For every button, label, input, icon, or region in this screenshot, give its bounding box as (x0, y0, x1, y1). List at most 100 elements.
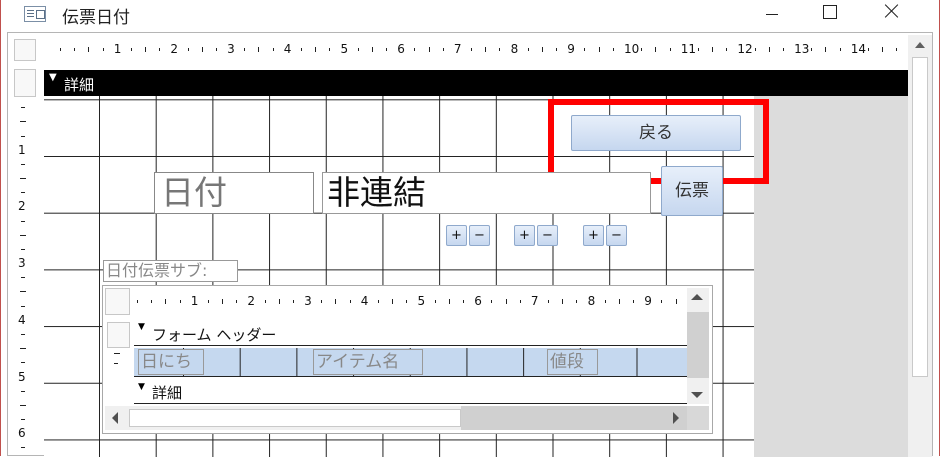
ruler-tick (21, 362, 25, 364)
ruler-number: 6 (18, 426, 26, 441)
ruler-tick (618, 299, 620, 304)
ruler-tick (584, 48, 586, 51)
section-selector[interactable] (14, 69, 36, 97)
ruler-tick (896, 48, 898, 51)
field-label-item-name[interactable]: アイテム名 (313, 349, 423, 375)
ruler-number: 14 (850, 42, 867, 56)
ruler-number: 5 (417, 294, 426, 308)
ruler-tick (258, 47, 260, 52)
ruler-tick (137, 300, 138, 303)
ruler-tick (641, 48, 643, 51)
ruler-tick (20, 121, 26, 123)
form-selector[interactable] (14, 39, 36, 61)
ruler-tick (187, 48, 189, 51)
ruler-tick (576, 300, 578, 303)
vertical-ruler[interactable]: 1 2 3 4 5 6 (8, 97, 38, 457)
detail-section-bar[interactable]: ▼ 詳細 (44, 70, 908, 96)
ruler-number: 7 (453, 42, 462, 56)
subform-section-selector[interactable] (107, 322, 130, 348)
ruler-tick (244, 48, 246, 51)
scroll-thumb[interactable] (129, 409, 461, 427)
plus-button[interactable]: + (446, 225, 467, 246)
ruler-tick (499, 48, 501, 51)
window-title: 伝票日付 (62, 8, 130, 28)
subform-selector[interactable] (105, 288, 130, 315)
scroll-track[interactable] (461, 406, 687, 430)
ruler-tick (159, 48, 161, 51)
denpyo-button[interactable]: 伝票 (661, 166, 723, 216)
subform-control[interactable]: 1 2 3 4 5 6 7 8 9 ▼ フォーム ヘッダー 日にち アイテム名 値段 ▼ 詳細 (102, 285, 713, 434)
ruler-tick (21, 107, 25, 109)
ruler-tick (428, 47, 430, 52)
ruler-number: 4 (18, 312, 26, 327)
ruler-number: 2 (170, 42, 179, 56)
field-label-price[interactable]: 値段 (547, 349, 598, 375)
ruler-tick (882, 47, 884, 52)
ruler-number: 9 (567, 42, 575, 56)
ruler-number: 13 (794, 42, 810, 56)
ruler-tick (377, 300, 379, 303)
subform-header-bar[interactable]: ▼ フォーム ヘッダー (134, 319, 687, 346)
vertical-scrollbar[interactable] (908, 35, 932, 457)
field-label-date[interactable]: 日にち (138, 349, 204, 375)
ruler-tick (491, 300, 493, 303)
ruler-tick (179, 300, 181, 303)
ruler-tick (222, 299, 224, 304)
ruler-tick (300, 48, 302, 51)
scroll-up-icon[interactable] (908, 35, 932, 55)
minus-button[interactable]: − (469, 225, 490, 246)
date-label[interactable]: 日付 (154, 172, 314, 214)
ruler-tick (541, 47, 543, 52)
ruler-tick (335, 299, 337, 304)
ruler-tick (207, 300, 209, 303)
scroll-thumb[interactable] (687, 312, 709, 378)
minus-button[interactable]: − (606, 225, 627, 246)
plus-button[interactable]: + (583, 225, 604, 246)
ruler-number: 3 (227, 42, 235, 56)
ruler-tick (20, 291, 26, 293)
ruler-tick (165, 299, 167, 304)
subform-header-row[interactable]: 日にち アイテム名 値段 (134, 348, 687, 377)
subform-label[interactable]: 日付伝票サブ: (103, 260, 238, 282)
form-background-area (754, 96, 908, 457)
scroll-thumb[interactable] (912, 57, 928, 377)
ruler-tick (661, 300, 663, 303)
ruler-tick (236, 300, 238, 303)
scroll-up-icon[interactable] (691, 294, 703, 300)
ruler-tick (669, 48, 671, 51)
horizontal-ruler[interactable]: 123456789101112131415 (42, 37, 923, 63)
minimize-button[interactable] (750, 0, 794, 28)
ruler-tick (392, 299, 394, 304)
ruler-tick (633, 300, 635, 303)
ruler-tick (414, 48, 416, 51)
close-button[interactable] (870, 0, 914, 28)
ruler-number: 3 (304, 294, 312, 308)
subform-detail-bar[interactable]: ▼ 詳細 (134, 379, 687, 404)
ruler-number: 7 (530, 294, 539, 308)
date-textbox[interactable]: 非連結 (322, 172, 651, 214)
subform-horizontal-scrollbar[interactable] (105, 406, 687, 430)
subform-horizontal-ruler[interactable]: 1 2 3 4 5 6 7 8 9 (135, 288, 687, 315)
scroll-right-icon[interactable] (673, 412, 679, 424)
ruler-tick (598, 47, 600, 52)
scroll-down-icon[interactable] (691, 392, 703, 398)
ruler-number: 3 (18, 256, 26, 271)
ruler-tick (505, 299, 507, 304)
ruler-tick (562, 299, 564, 304)
maximize-button[interactable] (808, 0, 852, 28)
form-design-view: 123456789101112131415 123456 ▼ 詳細 戻る 伝票 … (7, 32, 933, 457)
title-bar: 伝票日付 (0, 0, 940, 31)
ruler-tick (21, 447, 25, 449)
ruler-tick (604, 300, 606, 303)
plus-button[interactable]: + (514, 225, 535, 246)
ruler-number: 1 (113, 42, 122, 56)
scroll-left-icon[interactable] (112, 412, 118, 424)
minus-button[interactable]: − (537, 225, 558, 246)
ruler-tick (697, 48, 699, 51)
ruler-tick (21, 220, 25, 222)
ruler-number: 12 (737, 42, 753, 56)
ruler-tick (527, 48, 529, 51)
ruler-tick (442, 48, 444, 51)
ruler-tick (867, 48, 869, 51)
subform-vertical-scrollbar[interactable] (687, 288, 709, 404)
